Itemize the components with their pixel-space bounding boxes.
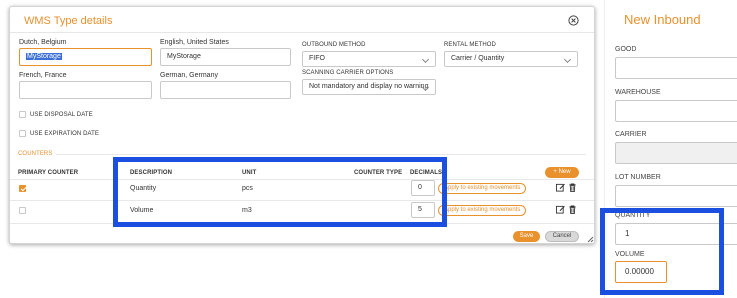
french-name-input[interactable] — [19, 81, 152, 99]
edit-icon[interactable] — [556, 183, 565, 192]
english-name-value: MyStorage — [167, 53, 201, 60]
use-disposal-date-checkbox[interactable] — [19, 111, 26, 118]
chevron-down-icon — [421, 55, 430, 64]
use-expiration-date-label: USE EXPIRATION DATE — [30, 131, 100, 137]
dialog-header: WMS Type details — [10, 7, 594, 33]
lot-number-input[interactable] — [615, 185, 737, 207]
warehouse-input[interactable] — [615, 100, 737, 122]
dutch-name-value: MyStorage — [26, 53, 62, 60]
good-label: GOOD — [615, 46, 637, 53]
warehouse-label: WAREHOUSE — [615, 89, 661, 96]
counters-section-title: COUNTERS — [18, 151, 53, 157]
english-name-input[interactable]: MyStorage — [160, 48, 291, 66]
resize-handle-icon[interactable] — [587, 236, 594, 243]
french-label: French, France — [19, 72, 67, 79]
scanning-carrier-value: Not mandatory and display no warning — [309, 83, 429, 90]
good-input[interactable] — [615, 57, 737, 79]
save-button[interactable]: Save — [513, 231, 540, 242]
edit-icon[interactable] — [556, 205, 565, 214]
apply-existing-movements-button[interactable]: Apply to existing movements — [438, 205, 527, 216]
dialog-title: WMS Type details — [24, 15, 113, 27]
use-expiration-date-checkbox[interactable] — [19, 130, 26, 137]
new-counter-button[interactable]: + New — [545, 167, 579, 178]
german-name-input[interactable] — [160, 81, 291, 99]
primary-counter-header: PRIMARY COUNTER — [18, 170, 79, 176]
rental-method-value: Carrier / Quantity — [451, 55, 505, 62]
trash-icon[interactable] — [568, 205, 577, 214]
counters-highlight-box — [113, 157, 447, 227]
rental-method-label: RENTAL METHOD — [444, 42, 496, 48]
cancel-button[interactable]: Cancel — [545, 231, 579, 242]
outbound-method-label: OUTBOUND METHOD — [302, 42, 366, 48]
outbound-method-select[interactable]: FIFO — [302, 51, 436, 67]
carrier-input[interactable] — [615, 142, 737, 164]
scanning-carrier-select[interactable]: Not mandatory and display no warning — [302, 79, 436, 95]
outbound-method-value: FIFO — [309, 55, 325, 62]
close-circle-icon[interactable] — [568, 15, 579, 26]
trash-icon[interactable] — [568, 183, 577, 192]
dutch-name-input[interactable]: MyStorage — [19, 48, 152, 66]
rental-method-select[interactable]: Carrier / Quantity — [444, 51, 578, 67]
carrier-label: CARRIER — [615, 131, 647, 138]
lot-number-label: LOT NUMBER — [615, 174, 661, 181]
section-divider — [56, 154, 586, 155]
panel-title: New Inbound — [624, 12, 701, 27]
inputs-highlight-box — [600, 208, 724, 295]
scanning-carrier-label: SCANNING CARRIER OPTIONS — [302, 70, 394, 76]
chevron-down-icon — [563, 55, 572, 64]
english-label: English, United States — [160, 39, 229, 46]
dutch-label: Dutch, Belgium — [19, 39, 67, 46]
primary-counter-checkbox[interactable] — [19, 185, 26, 192]
apply-existing-movements-button[interactable]: Apply to existing movements — [438, 183, 527, 194]
use-disposal-date-label: USE DISPOSAL DATE — [30, 112, 93, 118]
primary-counter-checkbox[interactable] — [19, 207, 26, 214]
german-label: German, Germany — [160, 72, 218, 79]
